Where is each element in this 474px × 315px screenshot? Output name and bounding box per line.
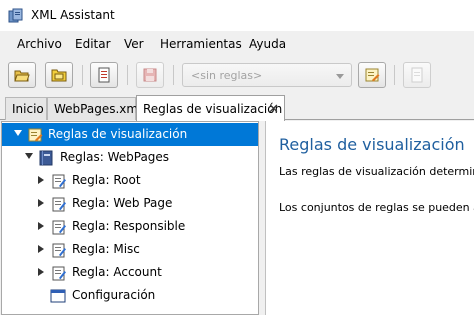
menu-editar[interactable]: Editar [75, 37, 111, 51]
menu-bar: Archivo Editar Ver Herramientas Ayuda [0, 31, 474, 57]
tree-item-label: Configuración [72, 288, 156, 302]
tab-label: Reglas de visualización [143, 102, 283, 116]
tree-item-label: Regla: Responsible [72, 219, 186, 233]
rules-tree: Reglas de visualización Reglas: WebPages… [1, 121, 259, 315]
rules-select[interactable]: <sin reglas> [182, 63, 352, 87]
collapse-icon[interactable] [14, 130, 22, 136]
tree-item-rule[interactable]: Regla: Root [2, 169, 258, 192]
open-folder-button[interactable] [45, 62, 73, 88]
menu-ver[interactable]: Ver [124, 37, 144, 51]
menu-ayuda[interactable]: Ayuda [249, 37, 286, 51]
menu-archivo[interactable]: Archivo [17, 37, 62, 51]
tree-item-root[interactable]: Reglas de visualización [2, 123, 258, 146]
rules-icon [28, 128, 43, 142]
detail-pane: Reglas de visualización Las reglas de vi… [265, 121, 474, 315]
rules-edit-icon [365, 68, 380, 82]
tree-item-ruleset[interactable]: Reglas: WebPages [2, 146, 258, 169]
tree-item-rule[interactable]: Regla: Web Page [2, 192, 258, 215]
rule-icon [52, 266, 66, 281]
tree-item-rule[interactable]: Regla: Misc [2, 238, 258, 261]
rule-icon [52, 243, 66, 258]
detail-title: Reglas de visualización [279, 135, 465, 154]
toolbar-separator [127, 65, 128, 85]
expand-icon[interactable] [38, 222, 44, 230]
tree-item-label: Reglas de visualización [48, 127, 188, 141]
detail-paragraph: Los conjuntos de reglas se pueden ap [279, 201, 474, 214]
expand-icon[interactable] [38, 176, 44, 184]
toolbar-separator [82, 65, 83, 85]
tab-label: WebPages.xml [54, 102, 142, 116]
title-bar: XML Assistant [0, 0, 474, 31]
rule-icon [52, 220, 66, 235]
tab-label: Inicio [12, 102, 44, 116]
detail-paragraph: Las reglas de visualización determina [279, 165, 474, 178]
tree-item-label: Regla: Web Page [72, 196, 173, 210]
edit-rules-button[interactable] [358, 62, 386, 88]
rule-icon [52, 174, 66, 189]
tree-item-config[interactable]: Configuración [2, 284, 258, 307]
document-icon [411, 67, 423, 83]
tab-webpages-xml[interactable]: WebPages.xml [47, 97, 141, 120]
tree-item-rule[interactable]: Regla: Account [2, 261, 258, 284]
tree-item-rule[interactable]: Regla: Responsible [2, 215, 258, 238]
menu-herramientas[interactable]: Herramientas [160, 37, 242, 51]
xml-assistant-app-icon [8, 8, 23, 23]
tree-item-label: Reglas: WebPages [60, 150, 170, 164]
open-folder-icon [14, 70, 30, 82]
book-icon [39, 150, 53, 166]
document-tabs: Inicio WebPages.xml Reglas de visualizac… [0, 93, 474, 121]
rule-icon [52, 197, 66, 212]
collapse-icon[interactable] [25, 153, 33, 159]
edit-document-button[interactable] [90, 62, 118, 88]
tree-item-label: Regla: Account [72, 265, 162, 279]
window-icon [50, 289, 66, 303]
tree-item-label: Regla: Root [72, 173, 141, 187]
tab-reglas-visualizacion[interactable]: Reglas de visualización ✕ [136, 95, 285, 121]
toolbar: <sin reglas> [0, 57, 474, 93]
tree-item-label: Regla: Misc [72, 242, 140, 256]
tab-inicio[interactable]: Inicio [5, 97, 47, 120]
expand-icon[interactable] [38, 268, 44, 276]
document-edit-icon [98, 67, 110, 83]
chevron-down-icon [336, 74, 344, 79]
save-icon [143, 68, 157, 82]
close-icon[interactable]: ✕ [268, 102, 279, 117]
expand-icon[interactable] [38, 245, 44, 253]
toolbar-separator [173, 65, 174, 85]
document-button[interactable] [403, 62, 431, 88]
save-button[interactable] [136, 62, 164, 88]
window-title: XML Assistant [31, 8, 115, 22]
toolbar-separator [394, 65, 395, 85]
open-folder-yellow-icon [51, 69, 67, 82]
open-button[interactable] [8, 62, 36, 88]
rules-select-value: <sin reglas> [191, 69, 263, 82]
expand-icon[interactable] [38, 199, 44, 207]
